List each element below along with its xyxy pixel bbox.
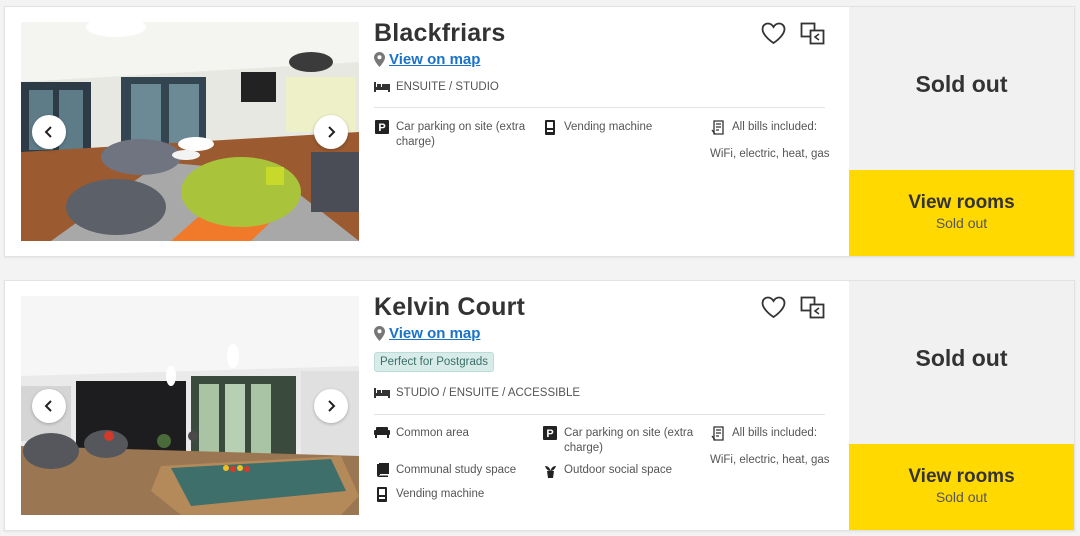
bills-icon <box>710 120 724 135</box>
view-rooms-button[interactable]: View rooms Sold out <box>849 170 1074 256</box>
svg-text:P: P <box>378 122 385 134</box>
availability-panel: Sold out View rooms Sold out <box>849 281 1074 530</box>
property-name: Blackfriars <box>374 19 506 47</box>
view-rooms-sublabel: Sold out <box>935 489 988 505</box>
parking-icon: P <box>375 120 389 134</box>
room-types: ENSUITE / STUDIO <box>374 81 499 93</box>
divider <box>374 107 825 108</box>
bed-icon <box>374 82 390 92</box>
sofa-icon <box>374 427 390 438</box>
view-on-map-label: View on map <box>389 51 481 68</box>
property-card: Blackfriars View on map ENSUITE / STUDIO… <box>4 6 1075 257</box>
next-photo-button[interactable] <box>314 388 348 423</box>
bills-detail-label: WiFi, electric, heat, gas <box>710 148 830 160</box>
amenity-label: Car parking on site (extra charge) <box>396 121 526 148</box>
room-types: STUDIO / ENSUITE / ACCESSIBLE <box>374 387 580 399</box>
view-rooms-button[interactable]: View rooms Sold out <box>849 444 1074 530</box>
next-photo-button[interactable] <box>314 114 348 149</box>
view-on-map-link[interactable]: View on map <box>374 51 480 68</box>
bills-icon <box>710 426 724 441</box>
compare-button[interactable] <box>800 296 825 324</box>
room-types-label: ENSUITE / STUDIO <box>396 81 499 93</box>
bills-detail: WiFi, electric, heat, gas <box>710 453 830 468</box>
view-rooms-label: View rooms <box>908 466 1015 487</box>
amenity-label: Vending machine <box>396 488 485 500</box>
amenity-label: All bills included: <box>732 427 818 439</box>
property-card: Kelvin Court View on map Perfect for Pos… <box>4 280 1075 531</box>
view-on-map-label: View on map <box>389 325 481 342</box>
chevron-right-icon <box>328 125 336 138</box>
availability-status: Sold out <box>915 345 1008 371</box>
favourite-button[interactable] <box>761 296 786 324</box>
card-actions <box>747 296 825 324</box>
photo-kelvin-court-lounge <box>21 296 359 515</box>
availability-panel: Sold out View rooms Sold out <box>849 7 1074 256</box>
previous-photo-button[interactable] <box>32 388 66 423</box>
bills-detail: WiFi, electric, heat, gas <box>710 147 830 162</box>
chevron-right-icon <box>328 399 336 412</box>
amenity-item: P Car parking on site (extra charge) <box>374 120 529 150</box>
plant-icon <box>544 466 556 478</box>
amenity-label: Outdoor social space <box>564 464 673 476</box>
amenity-item: Vending machine <box>542 120 682 135</box>
compare-button[interactable] <box>800 22 825 50</box>
chevron-left-icon <box>44 399 52 412</box>
map-pin-icon <box>374 326 385 341</box>
photo-blackfriars-lounge <box>21 22 359 241</box>
svg-text:P: P <box>546 428 553 440</box>
amenity-item: All bills included: <box>710 120 830 135</box>
view-rooms-sublabel: Sold out <box>935 215 988 231</box>
view-rooms-label: View rooms <box>908 192 1015 213</box>
amenity-item: Common area <box>374 426 529 441</box>
amenity-item: P Car parking on site (extra charge) <box>542 426 697 456</box>
room-types-label: STUDIO / ENSUITE / ACCESSIBLE <box>396 387 581 399</box>
book-icon <box>376 463 389 477</box>
bed-icon <box>374 388 390 398</box>
map-pin-icon <box>374 52 385 67</box>
divider <box>374 414 825 415</box>
favourite-button[interactable] <box>761 22 786 50</box>
amenity-label: Car parking on site (extra charge) <box>564 427 694 454</box>
compare-icon <box>800 22 825 45</box>
amenity-label: Vending machine <box>564 121 653 133</box>
property-photo[interactable] <box>21 296 359 515</box>
previous-photo-button[interactable] <box>32 114 66 149</box>
postgrad-badge: Perfect for Postgrads <box>374 352 495 372</box>
amenity-label: All bills included: <box>732 121 818 133</box>
heart-icon <box>761 22 786 45</box>
amenity-item: Communal study space <box>374 463 529 478</box>
bills-detail-label: WiFi, electric, heat, gas <box>710 454 830 466</box>
card-actions <box>747 22 825 50</box>
property-photo[interactable] <box>21 22 359 241</box>
property-name: Kelvin Court <box>374 293 526 321</box>
parking-icon: P <box>543 426 557 440</box>
amenity-item: Vending machine <box>374 487 529 502</box>
compare-icon <box>800 296 825 319</box>
amenity-label: Common area <box>396 427 469 439</box>
amenity-label: Communal study space <box>396 464 517 476</box>
availability-status: Sold out <box>915 71 1008 97</box>
amenity-item: Outdoor social space <box>542 463 697 478</box>
vending-machine-icon <box>377 487 387 502</box>
chevron-left-icon <box>44 125 52 138</box>
amenity-item: All bills included: <box>710 426 830 441</box>
heart-icon <box>761 296 786 319</box>
vending-machine-icon <box>545 120 555 135</box>
view-on-map-link[interactable]: View on map <box>374 325 480 342</box>
